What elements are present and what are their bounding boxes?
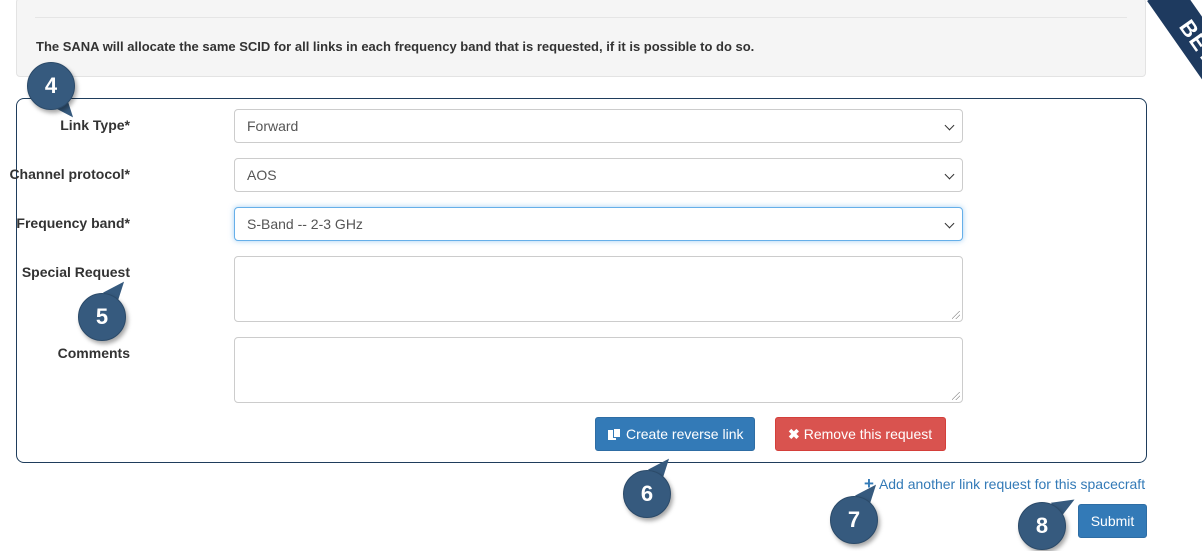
submit-button[interactable]: Submit bbox=[1078, 504, 1147, 538]
remove-request-label: Remove this request bbox=[803, 426, 933, 442]
copy-icon bbox=[608, 428, 621, 440]
beta-ribbon-label: BETA bbox=[1147, 0, 1202, 110]
resize-handle-icon[interactable] bbox=[952, 392, 960, 400]
link-request-panel: Link Type* Forward Channel protocol* AOS… bbox=[9, 98, 1147, 463]
frequency-band-label: Frequency band* bbox=[16, 215, 130, 231]
callout-marker-4: 4 bbox=[27, 62, 80, 124]
submit-label: Submit bbox=[1090, 513, 1135, 529]
callout-marker-8: 8 bbox=[1018, 491, 1080, 550]
callout-badge: 7 bbox=[830, 496, 878, 544]
chevron-down-icon bbox=[944, 218, 955, 229]
remove-request-button[interactable]: ✖ Remove this request bbox=[775, 417, 946, 451]
channel-protocol-label: Channel protocol* bbox=[9, 166, 130, 182]
channel-protocol-value: AOS bbox=[247, 167, 277, 183]
callout-marker-5: 5 bbox=[78, 275, 131, 341]
channel-protocol-select[interactable]: AOS bbox=[234, 158, 963, 192]
special-request-textarea[interactable] bbox=[234, 256, 963, 322]
add-link-request-link[interactable]: + Add another link request for this space… bbox=[864, 474, 1145, 494]
comments-textarea[interactable] bbox=[234, 337, 963, 403]
chevron-down-icon bbox=[944, 169, 955, 180]
chevron-down-icon bbox=[944, 120, 955, 131]
create-reverse-link-label: Create reverse link bbox=[626, 426, 744, 442]
divider bbox=[35, 17, 1127, 18]
frequency-band-value: S-Band -- 2-3 GHz bbox=[247, 216, 363, 232]
info-well: The SANA will allocate the same SCID for… bbox=[16, 0, 1146, 77]
link-type-select[interactable]: Forward bbox=[234, 109, 963, 143]
frequency-band-select[interactable]: S-Band -- 2-3 GHz bbox=[234, 207, 963, 241]
link-type-value: Forward bbox=[247, 118, 299, 134]
callout-marker-6: 6 bbox=[623, 452, 676, 518]
close-icon: ✖ bbox=[788, 426, 800, 442]
create-reverse-link-button[interactable]: Create reverse link bbox=[595, 417, 755, 451]
resize-handle-icon[interactable] bbox=[952, 311, 960, 319]
add-link-request-label: Add another link request for this spacec… bbox=[878, 476, 1146, 492]
beta-ribbon: BETA bbox=[1112, 0, 1202, 110]
comments-label: Comments bbox=[57, 345, 130, 361]
scid-allocation-note: The SANA will allocate the same SCID for… bbox=[36, 39, 755, 54]
callout-badge: 5 bbox=[78, 293, 126, 341]
callout-badge: 6 bbox=[623, 470, 671, 518]
callout-badge: 4 bbox=[27, 62, 75, 110]
special-request-label: Special Request bbox=[21, 264, 130, 280]
callout-marker-7: 7 bbox=[830, 478, 883, 544]
callout-badge: 8 bbox=[1018, 502, 1066, 550]
